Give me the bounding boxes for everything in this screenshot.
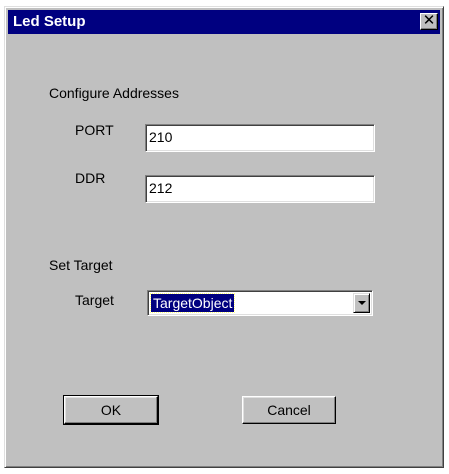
dropdown-button[interactable] <box>353 293 370 313</box>
window-title: Led Setup <box>13 13 86 30</box>
cancel-button[interactable]: Cancel <box>242 396 336 424</box>
target-selected-value: TargetObject <box>149 293 236 313</box>
port-input[interactable]: 210 <box>145 124 375 152</box>
close-button[interactable]: ✕ <box>420 13 438 30</box>
led-setup-dialog: Led Setup ✕ Configure Addresses PORT 210… <box>4 6 444 468</box>
close-icon: ✕ <box>422 12 436 29</box>
target-select[interactable]: TargetObject <box>147 290 373 316</box>
ddr-label: DDR <box>75 170 106 186</box>
title-bar[interactable]: Led Setup ✕ <box>8 10 440 34</box>
set-target-heading: Set Target <box>49 257 113 273</box>
configure-addresses-heading: Configure Addresses <box>49 85 179 101</box>
port-label: PORT <box>75 122 114 138</box>
ddr-input[interactable]: 212 <box>145 175 375 203</box>
chevron-down-icon <box>358 301 366 305</box>
ok-button[interactable]: OK <box>63 395 159 425</box>
target-label: Target <box>75 292 114 308</box>
